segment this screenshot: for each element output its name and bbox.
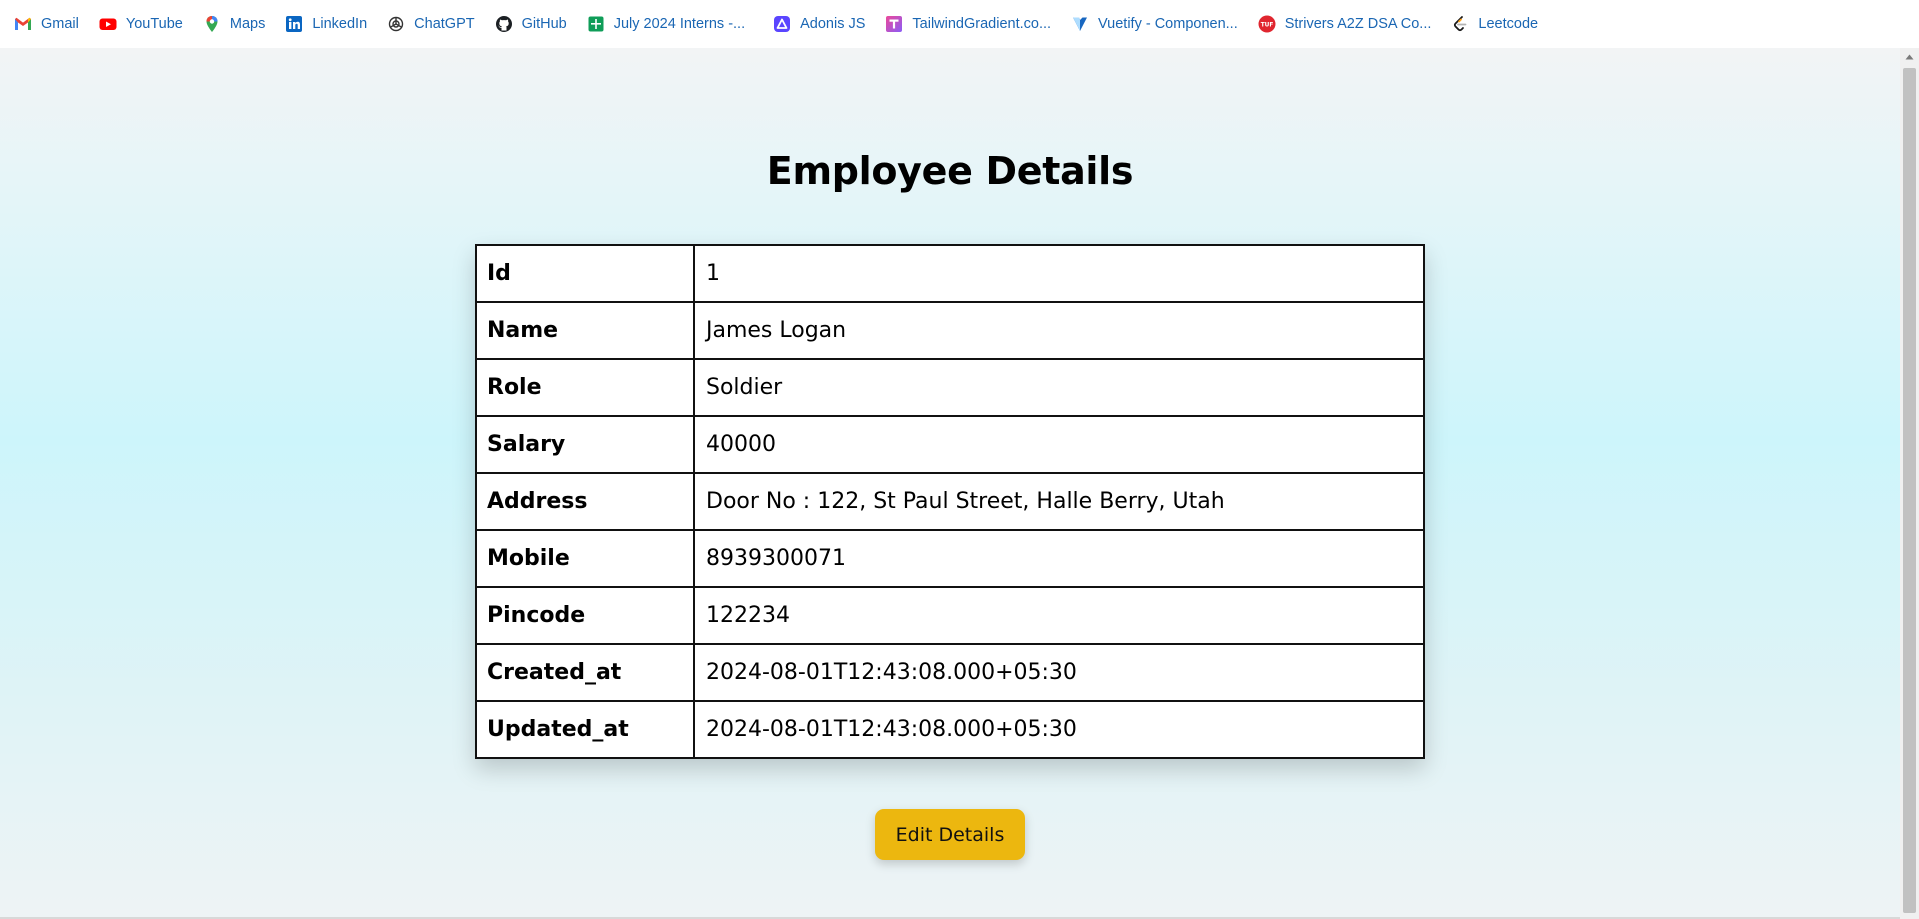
table-row: Mobile 8939300071 [475, 529, 1425, 588]
field-value: Soldier [693, 358, 1425, 417]
field-value: Door No : 122, St Paul Street, Halle Ber… [693, 472, 1425, 531]
field-value: 2024-08-01T12:43:08.000+05:30 [693, 700, 1425, 759]
bookmark-chatgpt[interactable]: ChatGPT [387, 9, 484, 39]
vertical-scrollbar[interactable] [1900, 48, 1919, 919]
table-row: Role Soldier [475, 358, 1425, 417]
chatgpt-icon [387, 15, 405, 33]
field-value: James Logan [693, 301, 1425, 360]
bookmark-leetcode[interactable]: Leetcode [1451, 9, 1548, 39]
tuf-icon: TUF [1258, 15, 1276, 33]
field-label: Name [475, 301, 695, 360]
bookmark-gmail[interactable]: Gmail [14, 9, 89, 39]
scroll-up-arrow-icon[interactable] [1900, 48, 1919, 66]
linkedin-icon [285, 15, 303, 33]
page-content: Employee Details Id 1 Name James Logan R… [0, 48, 1900, 919]
table-row: Address Door No : 122, St Paul Street, H… [475, 472, 1425, 531]
page-title: Employee Details [766, 149, 1134, 193]
table-row: Updated_at 2024-08-01T12:43:08.000+05:30 [475, 700, 1425, 759]
field-label: Mobile [475, 529, 695, 588]
table-row: Name James Logan [475, 301, 1425, 360]
field-label: Created_at [475, 643, 695, 702]
field-value: 8939300071 [693, 529, 1425, 588]
bookmark-july-interns-sheet[interactable]: July 2024 Interns -... [587, 9, 755, 39]
bookmark-youtube[interactable]: YouTube [99, 9, 193, 39]
github-icon [495, 15, 513, 33]
bookmark-strivers-a2z[interactable]: TUF Strivers A2Z DSA Co... [1258, 9, 1442, 39]
bookmark-tailwind-gradient[interactable]: TailwindGradient.co... [885, 9, 1061, 39]
svg-text:TUF: TUF [1260, 22, 1273, 28]
table-row: Salary 40000 [475, 415, 1425, 474]
bookmark-github[interactable]: GitHub [495, 9, 577, 39]
table-row: Id 1 [475, 244, 1425, 303]
bookmarks-bar: Gmail YouTube Maps LinkedIn ChatGPT GitH… [0, 0, 1919, 48]
field-value: 40000 [693, 415, 1425, 474]
field-value: 1 [693, 244, 1425, 303]
field-label: Pincode [475, 586, 695, 645]
field-label: Salary [475, 415, 695, 474]
scrollbar-thumb[interactable] [1903, 68, 1916, 913]
table-row: Pincode 122234 [475, 586, 1425, 645]
vuetify-icon [1071, 15, 1089, 33]
employee-details-table: Id 1 Name James Logan Role Soldier Salar… [475, 244, 1425, 759]
sheets-icon [587, 15, 605, 33]
table-row: Created_at 2024-08-01T12:43:08.000+05:30 [475, 643, 1425, 702]
field-value: 2024-08-01T12:43:08.000+05:30 [693, 643, 1425, 702]
tailwind-gradient-icon [885, 15, 903, 33]
maps-icon [203, 15, 221, 33]
field-label: Role [475, 358, 695, 417]
bookmark-adonis-js[interactable]: Adonis JS [773, 9, 875, 39]
bookmark-maps[interactable]: Maps [203, 9, 275, 39]
leetcode-icon [1451, 15, 1469, 33]
adonis-icon [773, 15, 791, 33]
field-value: 122234 [693, 586, 1425, 645]
field-label: Id [475, 244, 695, 303]
edit-details-button[interactable]: Edit Details [875, 809, 1025, 860]
field-label: Updated_at [475, 700, 695, 759]
field-label: Address [475, 472, 695, 531]
gmail-icon [14, 15, 32, 33]
youtube-icon [99, 15, 117, 33]
bookmark-linkedin[interactable]: LinkedIn [285, 9, 377, 39]
bookmark-vuetify[interactable]: Vuetify - Componen... [1071, 9, 1248, 39]
